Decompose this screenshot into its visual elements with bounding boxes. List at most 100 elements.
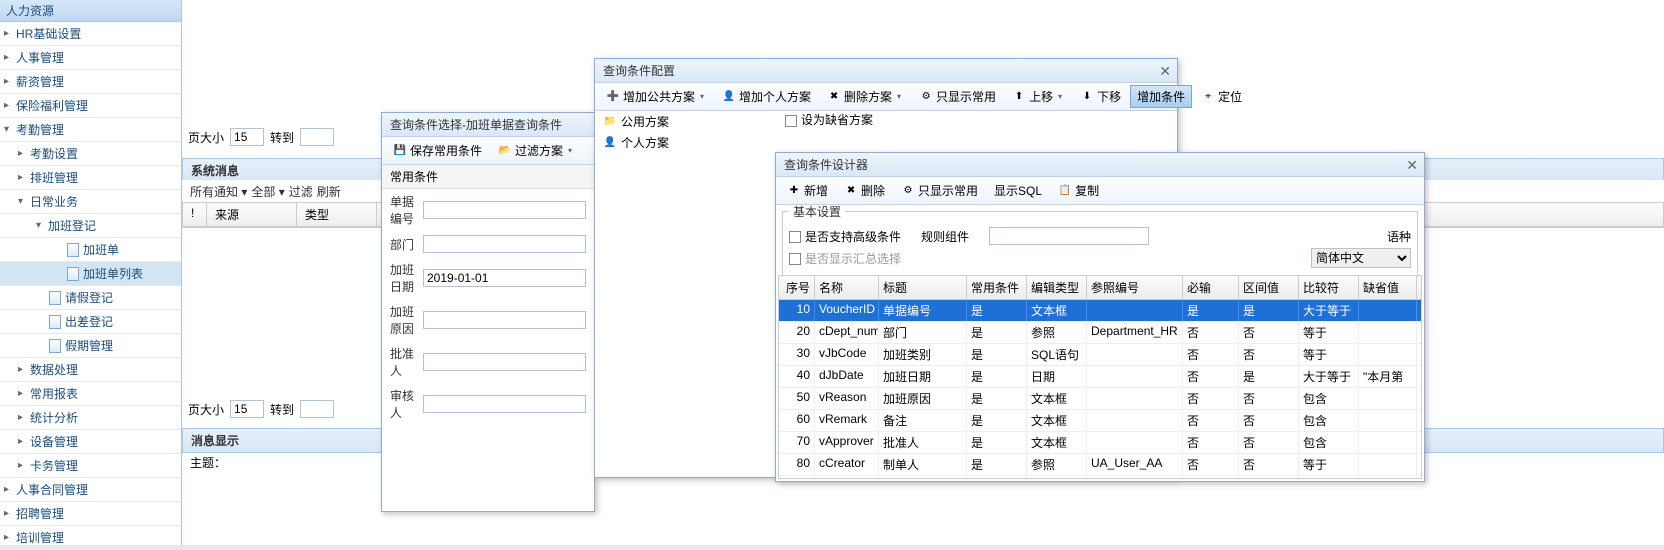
sidebar-item-7[interactable]: ▾日常业务 — [0, 190, 181, 214]
sidebar-item-19[interactable]: ▸人事合同管理 — [0, 478, 181, 502]
folder-icon: 📁 — [603, 115, 617, 129]
grid-col-2[interactable]: 标题 — [879, 276, 967, 299]
sidebar-item-5[interactable]: ▸考勤设置 — [0, 142, 181, 166]
close-icon[interactable]: ✕ — [1159, 63, 1171, 80]
field-input-1[interactable] — [423, 235, 586, 253]
pagesize-input2[interactable] — [230, 400, 264, 418]
cell: 是 — [967, 344, 1027, 365]
table-row[interactable]: 30vJbCode加班类别是SQL语句否否等于 — [779, 344, 1421, 366]
tb-icon: ✚ — [787, 184, 801, 198]
sidebar-item-6[interactable]: ▸排班管理 — [0, 166, 181, 190]
sidebar-item-17[interactable]: ▸设备管理 — [0, 430, 181, 454]
tb2-btn-7[interactable]: ⌖定位 — [1194, 85, 1249, 108]
tb-all[interactable]: 全部 ▾ — [251, 183, 284, 200]
field-label-2: 加班日期 — [390, 261, 423, 295]
sidebar-item-18[interactable]: ▸卡务管理 — [0, 454, 181, 478]
grid-col-9[interactable]: 缺省值 — [1359, 276, 1417, 299]
col-mark[interactable]: ! — [183, 203, 207, 226]
grid-col-3[interactable]: 常用条件 — [967, 276, 1027, 299]
goto-input[interactable] — [300, 128, 334, 146]
cell: vRemark — [815, 410, 879, 431]
grid-col-4[interactable]: 编辑类型 — [1027, 276, 1087, 299]
col-source[interactable]: 来源 — [207, 203, 297, 226]
sidebar-item-20[interactable]: ▸招聘管理 — [0, 502, 181, 526]
tb3-btn-3[interactable]: 显示SQL — [987, 179, 1049, 202]
tb3-btn-1[interactable]: ✖删除 — [837, 179, 892, 202]
tb3-btn-2[interactable]: ⚙只显示常用 — [894, 179, 985, 202]
common-cond-section: 常用条件 — [382, 165, 594, 189]
close-icon[interactable]: ✕ — [1406, 157, 1418, 174]
table-row[interactable]: 70vApprover批准人是文本框否否包含 — [779, 432, 1421, 454]
sidebar-item-15[interactable]: ▸常用报表 — [0, 382, 181, 406]
public-plan-node[interactable]: 📁公用方案 — [599, 111, 769, 132]
grid-col-1[interactable]: 名称 — [815, 276, 879, 299]
cell: 等于 — [1299, 322, 1359, 343]
cell: 加班日期 — [879, 366, 967, 387]
table-row[interactable]: 10VoucherID单据编号是文本框是是大于等于 — [779, 300, 1421, 322]
table-row[interactable]: 80cCreator制单人是参照UA_User_AA否否等于 — [779, 454, 1421, 476]
lang-select[interactable]: 简体中文 — [1311, 248, 1411, 268]
field-input-2[interactable] — [423, 269, 586, 287]
table-row[interactable]: 20cDept_num部门是参照Department_HR否否等于 — [779, 322, 1421, 344]
adv-cond-checkbox[interactable]: 是否支持高级条件 — [789, 228, 901, 245]
tree-label: 出差登记 — [65, 313, 113, 330]
settings-legend: 基本设置 — [789, 203, 845, 220]
grid-col-0[interactable]: 序号 — [779, 276, 815, 299]
sidebar-item-12[interactable]: 出差登记 — [0, 310, 181, 334]
grid-col-5[interactable]: 参照编号 — [1087, 276, 1183, 299]
pagesize-input[interactable] — [230, 128, 264, 146]
rule-comp-input[interactable] — [989, 227, 1149, 245]
table-row[interactable]: 60vRemark备注是文本框否否包含 — [779, 410, 1421, 432]
grid-col-7[interactable]: 区间值 — [1239, 276, 1299, 299]
table-row[interactable]: 40dJbDate加班日期是日期否是大于等于"本月第 — [779, 366, 1421, 388]
tb2-btn-5[interactable]: ⬇下移 — [1073, 85, 1128, 108]
cell: 文本框 — [1027, 432, 1087, 453]
sidebar-item-13[interactable]: 假期管理 — [0, 334, 181, 358]
field-input-0[interactable] — [423, 201, 586, 219]
sidebar-item-10[interactable]: 加班单列表 — [0, 262, 181, 286]
filter-plan-button[interactable]: 📂过滤方案▾ — [491, 139, 581, 162]
tb2-btn-4[interactable]: ⬆上移▾ — [1005, 85, 1071, 108]
tb3-btn-0[interactable]: ✚新增 — [780, 179, 835, 202]
tb2-btn-1[interactable]: 👤增加个人方案 — [715, 85, 818, 108]
sidebar-item-9[interactable]: 加班单 — [0, 238, 181, 262]
sidebar-item-3[interactable]: ▸保险福利管理 — [0, 94, 181, 118]
sidebar-item-11[interactable]: 请假登记 — [0, 286, 181, 310]
field-input-5[interactable] — [423, 395, 586, 413]
sidebar-item-1[interactable]: ▸人事管理 — [0, 46, 181, 70]
tree-arrow-icon: ▸ — [4, 100, 16, 111]
tb2-btn-3[interactable]: ⚙只显示常用 — [912, 85, 1003, 108]
grid-col-8[interactable]: 比较符 — [1299, 276, 1359, 299]
col-type[interactable]: 类型 — [297, 203, 377, 226]
sidebar-item-8[interactable]: ▾加班登记 — [0, 214, 181, 238]
tb-filter[interactable]: 过滤 — [289, 183, 313, 200]
cell: 否 — [1239, 344, 1299, 365]
tb2-btn-0[interactable]: ➕增加公共方案▾ — [599, 85, 713, 108]
sidebar-item-14[interactable]: ▸数据处理 — [0, 358, 181, 382]
sidebar-item-2[interactable]: ▸薪资管理 — [0, 70, 181, 94]
sidebar-item-21[interactable]: ▸培训管理 — [0, 526, 181, 550]
grid-col-6[interactable]: 必输 — [1183, 276, 1239, 299]
cell: 否 — [1183, 344, 1239, 365]
tb2-btn-2[interactable]: ✖删除方案▾ — [820, 85, 910, 108]
sidebar-item-16[interactable]: ▸统计分析 — [0, 406, 181, 430]
save-common-button[interactable]: 💾保存常用条件 — [386, 139, 489, 162]
field-input-3[interactable] — [423, 311, 586, 329]
field-input-4[interactable] — [423, 353, 586, 371]
table-row[interactable]: 50vReason加班原因是文本框否否包含 — [779, 388, 1421, 410]
goto-input2[interactable] — [300, 400, 334, 418]
tb3-btn-4[interactable]: 📋复制 — [1051, 179, 1106, 202]
dialog-query-designer: 查询条件设计器 ✕ ✚新增✖删除⚙只显示常用显示SQL📋复制 基本设置 是否支持… — [775, 152, 1425, 482]
table-row[interactable]: 90cAuditor审核人是参照UA_User_AA否否等于 — [779, 476, 1421, 479]
default-plan-checkbox[interactable]: 设为缺省方案 — [785, 111, 873, 128]
tb-allnotice[interactable]: 所有通知 ▾ — [190, 183, 247, 200]
cell — [1359, 476, 1417, 479]
tb2-btn-6[interactable]: 增加条件 — [1130, 85, 1192, 108]
cell: 否 — [1239, 388, 1299, 409]
cell: 10 — [779, 300, 815, 321]
sidebar-item-0[interactable]: ▸HR基础设置 — [0, 22, 181, 46]
sidebar-item-4[interactable]: ▾考勤管理 — [0, 118, 181, 142]
personal-plan-node[interactable]: 👤个人方案 — [599, 132, 769, 153]
cell — [1359, 322, 1417, 343]
tb-refresh[interactable]: 刷新 — [317, 183, 341, 200]
